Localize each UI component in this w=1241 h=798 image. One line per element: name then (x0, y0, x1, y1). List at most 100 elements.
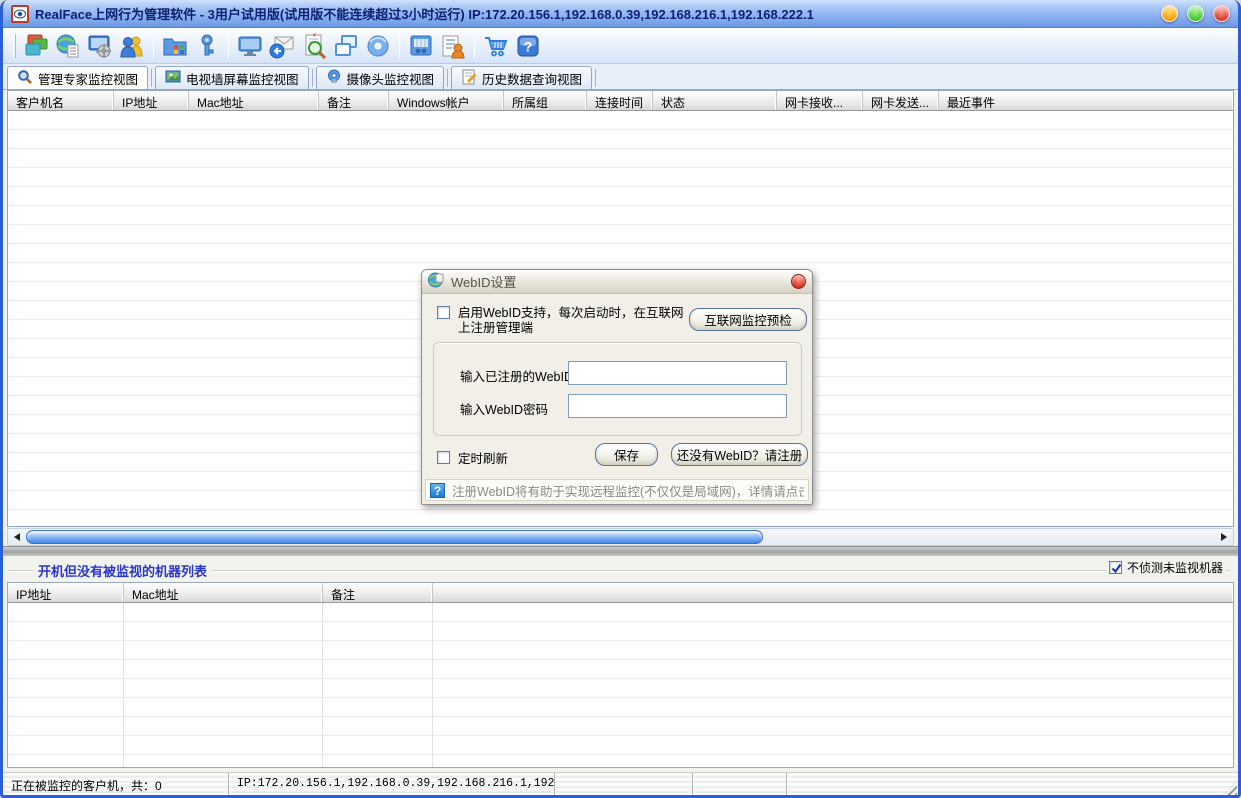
toolbar-separator (153, 34, 154, 58)
svg-text:?: ? (524, 38, 533, 54)
copy-windows-icon[interactable] (330, 31, 362, 61)
timed-refresh-checkbox[interactable] (437, 451, 450, 464)
document-search-icon[interactable] (298, 31, 330, 61)
webid-input[interactable] (568, 361, 787, 385)
status-bar: 正在被监控的客户机，共：0 IP:172.20.156.1,192.168.0.… (3, 772, 1238, 796)
tab-separator (595, 69, 596, 87)
toolbar-separator (228, 34, 229, 58)
status-panel-empty (787, 773, 1238, 796)
footer-hint-text[interactable]: 注册WebID将有助于实现远程监控(不仅仅是局域网)，详情请点击 (452, 481, 804, 500)
checkbox-box[interactable] (1109, 561, 1122, 574)
shopping-cart-icon[interactable] (480, 31, 512, 61)
client-table-header: 客户机名 IP地址 Mac地址 备注 Windows帐户 所属组 连接时间 状态… (8, 91, 1233, 111)
enable-webid-label: 启用WebID支持，每次启动时，在互联网 上注册管理端 (458, 306, 683, 336)
timed-refresh-label: 定时刷新 (458, 448, 508, 467)
dialog-close-button[interactable] (791, 274, 806, 289)
dialog-title: WebID设置 (451, 272, 791, 291)
globe-list-icon[interactable] (52, 31, 84, 61)
checkbox-label: 不侦测未监视机器 (1127, 559, 1223, 576)
horizontal-scrollbar[interactable] (7, 528, 1234, 546)
webid-settings-dialog: WebID设置 启用WebID支持，每次启动时，在互联网 上注册管理端 互联网监… (421, 269, 813, 505)
tab-history-query-view[interactable]: 历史数据查询视图 (451, 66, 592, 89)
group-title: 开机但没有被监视的机器列表 (33, 561, 212, 580)
column-header[interactable]: 连接时间 (587, 91, 653, 110)
column-header[interactable]: 备注 (323, 583, 433, 602)
column-header[interactable]: IP地址 (114, 91, 189, 110)
tab-separator (151, 69, 152, 87)
column-header (433, 583, 1233, 602)
app-window: RealFace上网行为管理软件 - 3用户试用版(试用版不能连续超过3小时运行… (0, 0, 1241, 798)
help-icon[interactable]: ? (512, 31, 544, 61)
tab-label: 历史数据查询视图 (482, 69, 582, 88)
unmonitored-panel: 开机但没有被监视的机器列表 不侦测未监视机器 IP地址 Mac地址 备注 (3, 556, 1238, 772)
toolbar-grip[interactable] (13, 34, 16, 58)
grid-line (322, 603, 323, 767)
key-icon[interactable] (191, 31, 223, 61)
status-panel-empty (693, 773, 787, 796)
view-tabstrip: 管理专家监控视图 电视墙屏幕监控视图 摄像头监控视图 历史数据查询视图 (3, 64, 1238, 90)
tab-camera-view[interactable]: 摄像头监控视图 (316, 66, 445, 89)
tab-tv-wall-view[interactable]: 电视墙屏幕监控视图 (155, 66, 309, 89)
status-monitored-count: 正在被监控的客户机，共：0 (3, 773, 229, 796)
monitor-gear-icon[interactable] (84, 31, 116, 61)
maximize-button[interactable] (1187, 5, 1204, 22)
tab-expert-monitor-view[interactable]: 管理专家监控视图 (7, 66, 148, 89)
close-button[interactable] (1213, 5, 1230, 22)
enable-webid-label-line2: 上注册管理端 (458, 321, 683, 336)
column-header[interactable]: Mac地址 (189, 91, 319, 110)
column-header[interactable]: Mac地址 (124, 583, 323, 602)
folder-blocks-icon[interactable] (159, 31, 191, 61)
column-header[interactable]: 状态 (653, 91, 777, 110)
dialog-footer-hint: ? 注册WebID将有助于实现远程监控(不仅仅是局域网)，详情请点击 (425, 479, 809, 501)
save-button[interactable]: 保存 (595, 443, 658, 466)
column-header[interactable]: 备注 (319, 91, 389, 110)
cd-disk-icon[interactable] (362, 31, 394, 61)
mail-reply-icon[interactable] (266, 31, 298, 61)
scrollbar-thumb[interactable] (26, 530, 763, 544)
tab-separator (312, 69, 313, 87)
toolbar-separator (474, 34, 475, 58)
enable-webid-checkbox[interactable] (437, 306, 450, 319)
check-icon (1110, 562, 1123, 575)
register-webid-button[interactable]: 还没有WebID？请注册 (671, 443, 808, 466)
column-header[interactable]: 最近事件 (939, 91, 1233, 110)
column-header[interactable]: 网卡接收... (777, 91, 863, 110)
tab-label: 管理专家监控视图 (38, 69, 138, 88)
unmonitored-table-body (8, 603, 1233, 767)
scroll-left-arrow[interactable] (10, 531, 24, 543)
column-header[interactable]: 所属组 (504, 91, 587, 110)
tv-wall-icon (165, 69, 181, 88)
scroll-right-arrow[interactable] (1217, 531, 1231, 543)
unmonitored-table: IP地址 Mac地址 备注 (7, 582, 1234, 768)
status-ip-list: IP:172.20.156.1,192.168.0.39,192.168.216… (229, 773, 555, 796)
tab-label: 摄像头监控视图 (347, 69, 435, 88)
enable-webid-label-line1: 启用WebID支持，每次启动时，在互联网 (458, 306, 683, 321)
internet-precheck-button[interactable]: 互联网监控预检 (689, 308, 807, 331)
grid-line (123, 603, 124, 767)
globe-icon (428, 272, 444, 291)
column-header[interactable]: IP地址 (8, 583, 124, 602)
hide-unmonitored-checkbox[interactable]: 不侦测未监视机器 (1106, 559, 1226, 576)
users-icon[interactable] (116, 31, 148, 61)
webid-password-input[interactable] (568, 394, 787, 418)
user-list-icon[interactable] (437, 31, 469, 61)
camera-icon (326, 69, 342, 88)
monitor-icon[interactable] (234, 31, 266, 61)
webid-password-label: 输入WebID密码 (460, 399, 548, 418)
column-header[interactable]: 网卡发送... (863, 91, 939, 110)
panel-splitter[interactable] (3, 546, 1238, 556)
dialog-title-bar[interactable]: WebID设置 (422, 270, 812, 294)
app-eye-icon (11, 5, 29, 23)
column-header[interactable]: Windows帐户 (389, 91, 504, 110)
tab-separator (447, 69, 448, 87)
toolbar-separator (399, 34, 400, 58)
windows-layers-icon[interactable] (20, 31, 52, 61)
book-binoculars-icon[interactable] (405, 31, 437, 61)
magnifier-icon (17, 69, 33, 88)
minimize-button[interactable] (1161, 5, 1178, 22)
grid-line (432, 603, 433, 767)
column-header[interactable]: 客户机名 (8, 91, 114, 110)
status-panel-empty (555, 773, 693, 796)
webid-label: 输入已注册的WebID (460, 366, 573, 385)
tab-label: 电视墙屏幕监控视图 (186, 69, 299, 88)
